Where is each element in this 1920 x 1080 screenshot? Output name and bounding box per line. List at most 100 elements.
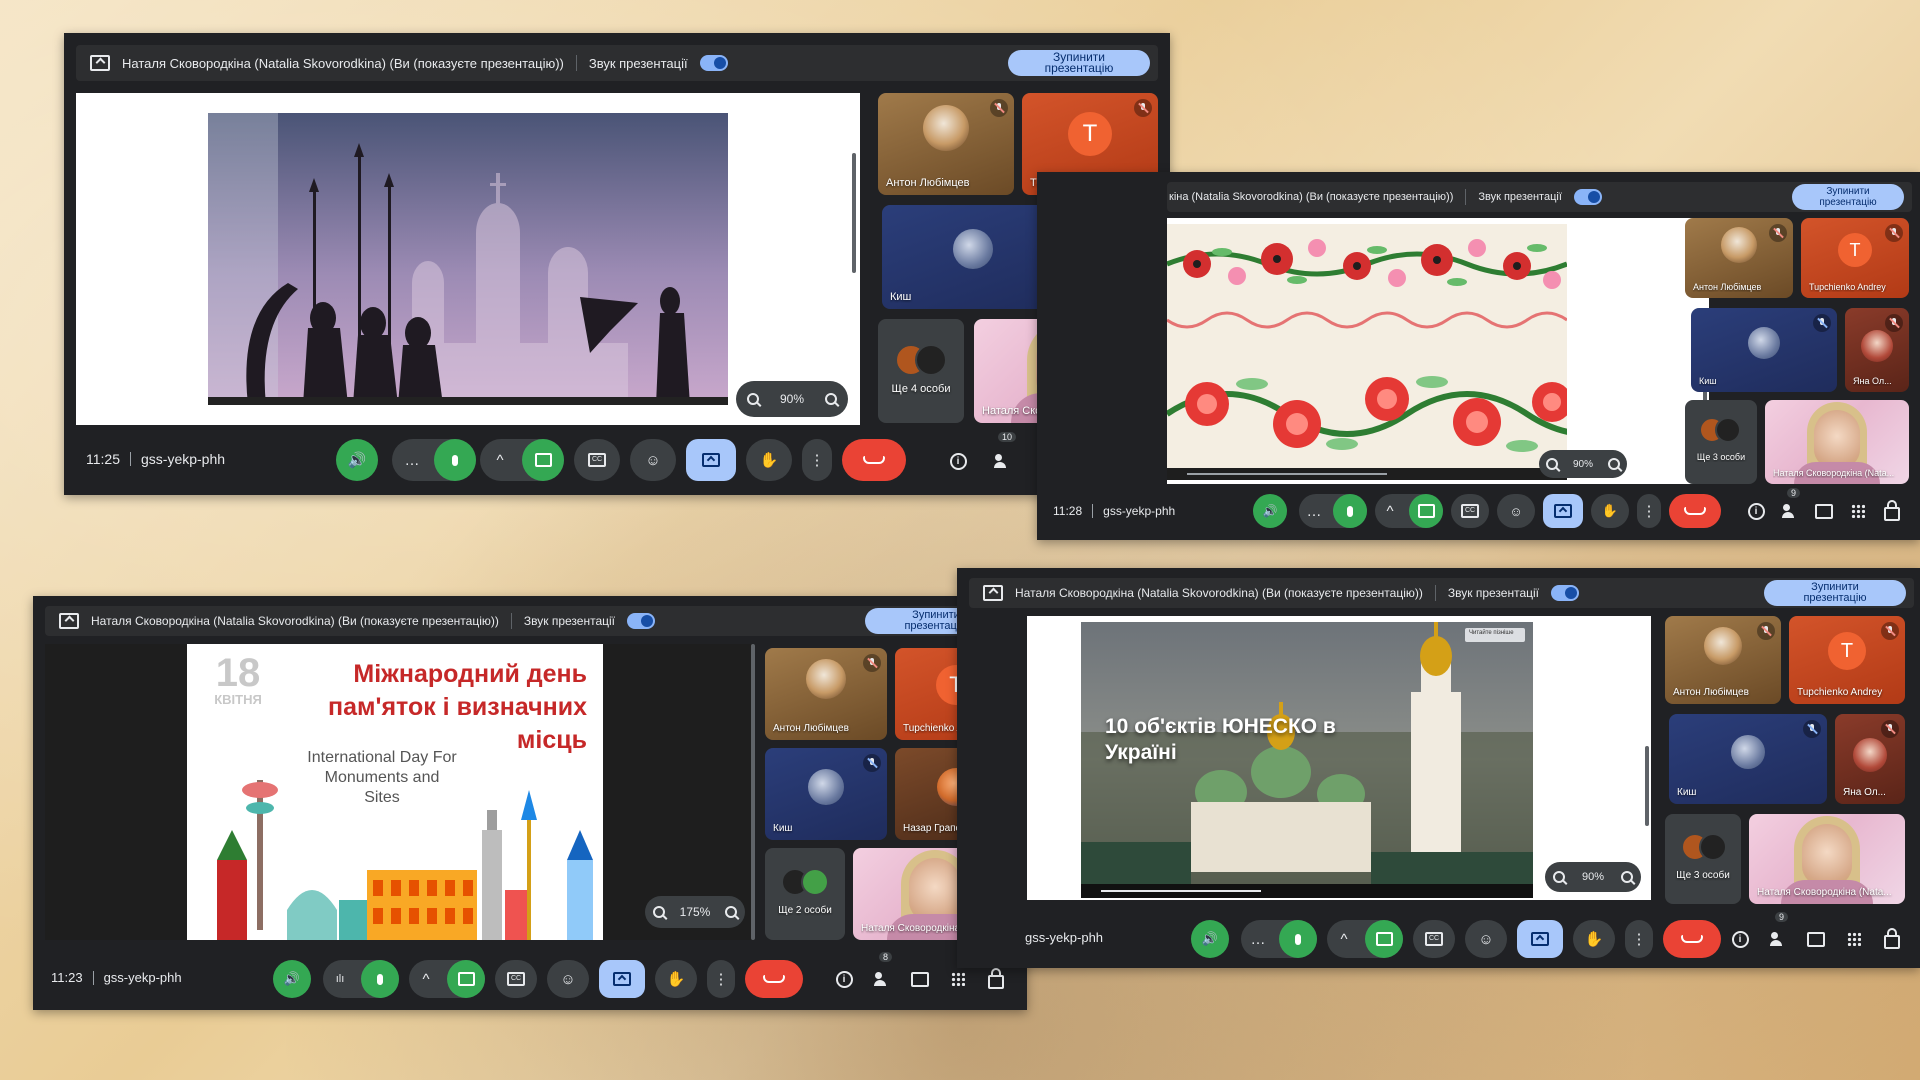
camera-button[interactable] (1365, 920, 1403, 958)
presentation-sound-toggle[interactable] (1551, 585, 1579, 601)
audio-options-button[interactable]: … (394, 439, 430, 481)
zoom-in-icon[interactable] (1607, 458, 1620, 470)
more-options-button[interactable]: ⋮ (802, 439, 832, 481)
activities-button[interactable] (943, 964, 973, 994)
meeting-details-button[interactable]: i (1725, 924, 1755, 954)
stop-presenting-button[interactable]: Зупинити презентацію (1792, 184, 1904, 210)
captions-button[interactable]: CC (574, 439, 620, 481)
camera-button[interactable] (1409, 494, 1443, 528)
raise-hand-button[interactable]: ✋ (1591, 494, 1629, 528)
reactions-button[interactable]: ☺ (547, 960, 589, 998)
zoom-in-icon[interactable] (825, 393, 838, 405)
video-options-button[interactable]: ^ (409, 960, 443, 998)
captions-button[interactable]: CC (1413, 920, 1455, 958)
mic-off-icon (1885, 314, 1903, 332)
more-participants-tile[interactable]: Ще 4 особи (878, 319, 964, 423)
people-button[interactable] (986, 445, 1018, 477)
zoom-out-icon[interactable] (746, 393, 759, 405)
people-button[interactable] (1777, 498, 1803, 524)
stage-scrollbar[interactable] (852, 153, 856, 273)
more-participants-tile[interactable]: Ще 3 особи (1685, 400, 1757, 484)
audio-options-button[interactable]: … (1299, 494, 1329, 528)
meeting-details-button[interactable]: i (1743, 498, 1769, 524)
presentation-volume-button[interactable]: 🔊 (1191, 920, 1229, 958)
participant-tile-anton[interactable]: Антон Любімцев (765, 648, 887, 740)
activities-button[interactable] (1839, 924, 1869, 954)
chat-button[interactable] (905, 964, 935, 994)
audio-options-button[interactable]: … (1241, 920, 1275, 958)
participant-tile-anton[interactable]: Антон Любімцев (1685, 218, 1793, 298)
zoom-out-icon[interactable] (1546, 458, 1559, 470)
leave-call-button[interactable] (1669, 494, 1721, 528)
meeting-details-button[interactable]: i (829, 964, 859, 994)
captions-button[interactable]: CC (1451, 494, 1489, 528)
presentation-sound-toggle[interactable] (627, 613, 655, 629)
people-button[interactable] (1763, 924, 1793, 954)
more-options-button[interactable]: ⋮ (1625, 920, 1653, 958)
leave-call-button[interactable] (745, 960, 803, 998)
participant-tile-andrey[interactable]: T Tupchienko Andrey (1801, 218, 1909, 298)
camera-button[interactable] (522, 439, 564, 481)
zoom-out-icon[interactable] (1553, 871, 1566, 883)
presentation-volume-button[interactable]: 🔊 (1253, 494, 1287, 528)
presentation-sound-toggle[interactable] (699, 55, 728, 71)
raise-hand-button[interactable]: ✋ (655, 960, 697, 998)
more-options-button[interactable]: ⋮ (1637, 494, 1661, 528)
presentation-volume-button[interactable]: 🔊 (336, 439, 378, 481)
participant-tile-kish[interactable]: Киш (1691, 308, 1837, 392)
present-button[interactable] (1517, 920, 1563, 958)
video-options-button[interactable]: ^ (1375, 494, 1405, 528)
presentation-stage: 18 КВІТНЯ Міжнародний день пам'яток і ви… (45, 644, 755, 940)
mic-button[interactable] (1333, 494, 1367, 528)
more-participants-tile[interactable]: Ще 3 особи (1665, 814, 1741, 904)
video-options-button[interactable]: ^ (482, 439, 518, 481)
leave-call-button[interactable] (842, 439, 906, 481)
self-view-tile[interactable]: Наталя Сковородкіна (Nata... (1749, 814, 1905, 904)
slide-image-embroidery (1167, 224, 1567, 480)
slide-date-day: 18 (215, 651, 261, 695)
mic-button[interactable] (1279, 920, 1317, 958)
zoom-in-icon[interactable] (1620, 871, 1633, 883)
stage-scrollbar[interactable] (1645, 746, 1649, 826)
mic-button[interactable] (434, 439, 476, 481)
reactions-button[interactable]: ☺ (1465, 920, 1507, 958)
camera-button[interactable] (447, 960, 485, 998)
presentation-sound-toggle[interactable] (1573, 189, 1602, 205)
reactions-button[interactable]: ☺ (630, 439, 676, 481)
chat-button[interactable] (1801, 924, 1831, 954)
host-controls-button[interactable] (1879, 498, 1905, 524)
raise-hand-button[interactable]: ✋ (746, 439, 792, 481)
host-controls-button[interactable] (1877, 924, 1907, 954)
present-button[interactable] (686, 439, 736, 481)
self-view-tile[interactable]: Наталя Сковородкіна (Nata... (1765, 400, 1909, 484)
participant-tile-anton[interactable]: Антон Любімцев (1665, 616, 1781, 704)
activities-button[interactable] (1845, 498, 1871, 524)
present-button[interactable] (1543, 494, 1583, 528)
participant-tile-andrey[interactable]: T Tupchienko Andrey (1789, 616, 1905, 704)
video-options-button[interactable]: ^ (1327, 920, 1361, 958)
more-participants-tile[interactable]: Ще 2 особи (765, 848, 845, 940)
participant-tile-anton[interactable]: Антон Любімцев (878, 93, 1014, 195)
stop-presenting-button[interactable]: Зупинити презентацію (1764, 580, 1906, 606)
more-options-button[interactable]: ⋮ (707, 960, 735, 998)
reactions-button[interactable]: ☺ (1497, 494, 1535, 528)
zoom-out-icon[interactable] (652, 906, 665, 918)
captions-button[interactable]: CC (495, 960, 537, 998)
raise-hand-button[interactable]: ✋ (1573, 920, 1615, 958)
present-button[interactable] (599, 960, 645, 998)
participant-tile-kish[interactable]: Киш (765, 748, 887, 840)
leave-call-button[interactable] (1663, 920, 1721, 958)
participant-tile-yana[interactable]: Яна Ол... (1845, 308, 1909, 392)
host-controls-button[interactable] (981, 964, 1011, 994)
stop-presenting-button[interactable]: Зупинити презентацію (1008, 50, 1150, 76)
mic-button[interactable] (361, 960, 399, 998)
people-button[interactable] (867, 964, 897, 994)
participant-tile-yana[interactable]: Яна Ол... (1835, 714, 1905, 804)
video-watch-later[interactable]: Читайте пізніше (1469, 630, 1514, 636)
chat-button[interactable] (1811, 498, 1837, 524)
presentation-volume-button[interactable]: 🔊 (273, 960, 311, 998)
stage-scrollbar[interactable] (751, 644, 755, 940)
zoom-in-icon[interactable] (725, 906, 738, 918)
meeting-details-button[interactable]: i (942, 445, 974, 477)
participant-tile-kish[interactable]: Киш (1669, 714, 1827, 804)
